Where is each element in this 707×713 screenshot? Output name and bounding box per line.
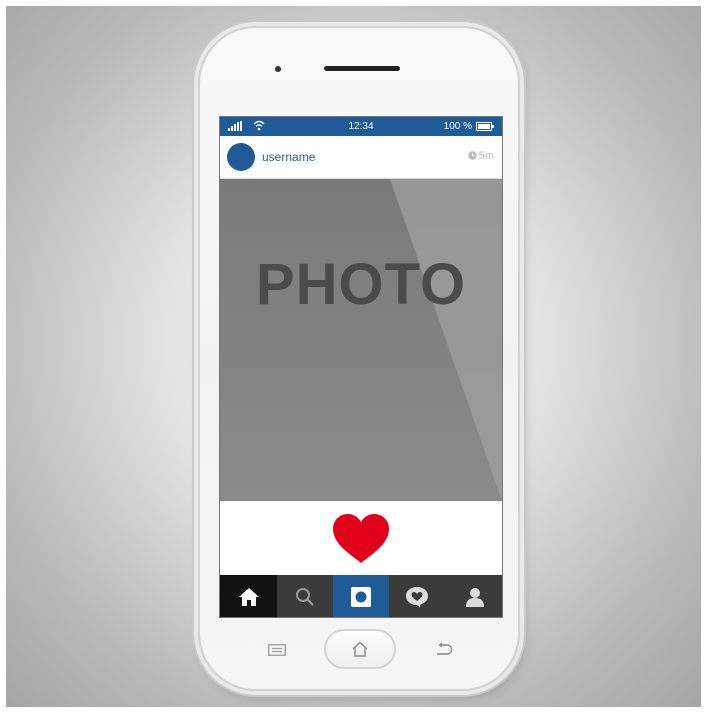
post-time-text: 5m [478,150,494,162]
avatar[interactable] [227,143,255,171]
home-outline-icon [352,641,368,657]
clock-icon [468,151,477,160]
post-actions [220,501,502,575]
post-timestamp: 5m [468,150,494,162]
back-icon [437,643,453,655]
camera-icon [351,587,371,607]
tab-search[interactable] [277,575,333,617]
post-header: username 5m [220,136,502,179]
tab-profile[interactable] [445,575,502,617]
home-icon [238,588,259,606]
hardware-back-button[interactable] [432,641,456,659]
battery-percent: 100 % [443,121,472,132]
tab-camera[interactable] [333,575,389,617]
tab-activity[interactable] [389,575,445,617]
post-photo[interactable]: PHOTO [220,179,502,501]
hardware-menu-button[interactable] [265,641,289,659]
phone-screen: 12:34 100 % username 5m PHOTO [219,116,503,618]
username-link[interactable]: username [262,150,315,164]
bottom-tab-bar [220,575,502,617]
front-camera [275,66,281,72]
profile-icon [465,588,484,607]
heart-icon[interactable] [331,513,391,565]
activity-heart-icon [406,587,428,608]
tab-home[interactable] [220,575,277,617]
status-bar: 12:34 100 % [220,117,502,136]
battery-icon [476,122,494,131]
search-icon [296,588,314,606]
hardware-home-button[interactable] [324,629,396,669]
menu-icon [268,644,286,656]
earpiece-speaker [324,66,400,71]
screen-glare [220,179,502,501]
photo-placeholder-text: PHOTO [255,252,467,317]
